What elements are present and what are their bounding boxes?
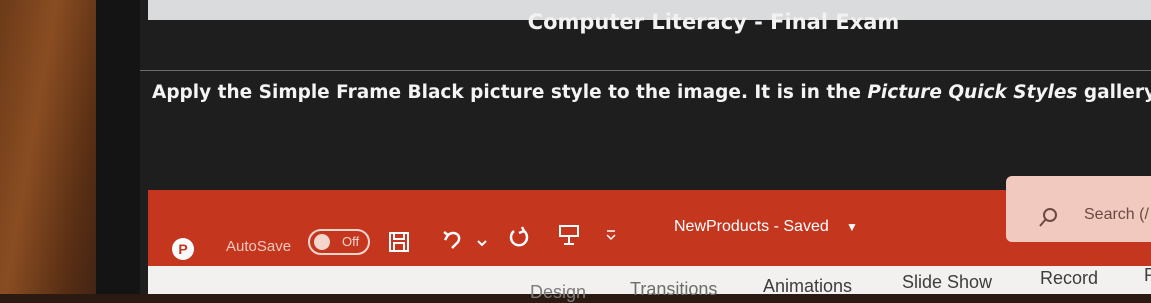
undo-icon[interactable] bbox=[440, 227, 466, 253]
instruction-middle: picture style to the image. It is in the bbox=[463, 82, 868, 103]
instruction-prefix: Apply the bbox=[152, 82, 259, 103]
autosave-toggle[interactable]: Off bbox=[308, 229, 370, 255]
tab-design[interactable]: Design bbox=[530, 282, 586, 303]
tab-review[interactable]: R bbox=[1144, 265, 1151, 286]
document-title[interactable]: NewProducts - Saved bbox=[674, 218, 829, 236]
customize-toolbar-icon[interactable] bbox=[602, 222, 620, 248]
exam-title-text: Computer Literacy - Final Exam bbox=[527, 10, 900, 34]
toggle-knob bbox=[314, 234, 330, 250]
powerpoint-logo-icon: P bbox=[172, 238, 194, 260]
task-instruction: Apply the Simple Frame Black picture sty… bbox=[152, 82, 1151, 103]
tab-slide-show[interactable]: Slide Show bbox=[902, 272, 992, 293]
undo-dropdown-icon[interactable] bbox=[474, 230, 490, 256]
divider bbox=[140, 70, 1151, 71]
exam-title: Computer Literacy - Final Exam bbox=[140, 10, 1151, 34]
search-input[interactable]: Search (/ bbox=[1084, 206, 1149, 224]
powerpoint-titlebar bbox=[148, 190, 1151, 270]
photo-background-desk bbox=[0, 0, 110, 294]
save-icon[interactable] bbox=[386, 229, 412, 255]
search-icon bbox=[1036, 206, 1060, 234]
chevron-down-icon[interactable]: ▼ bbox=[846, 220, 858, 234]
autosave-state: Off bbox=[342, 234, 360, 249]
instruction-suffix: gallery. bbox=[1083, 82, 1151, 103]
redo-icon[interactable] bbox=[506, 225, 532, 251]
tab-record[interactable]: Record bbox=[1040, 268, 1098, 289]
present-icon[interactable] bbox=[556, 222, 582, 248]
autosave-label: AutoSave bbox=[226, 238, 292, 255]
tab-transitions[interactable]: Transitions bbox=[630, 279, 717, 300]
instruction-style-name: Simple Frame Black bbox=[258, 82, 464, 103]
instruction-gallery-name: Picture Quick Styles bbox=[867, 82, 1078, 103]
